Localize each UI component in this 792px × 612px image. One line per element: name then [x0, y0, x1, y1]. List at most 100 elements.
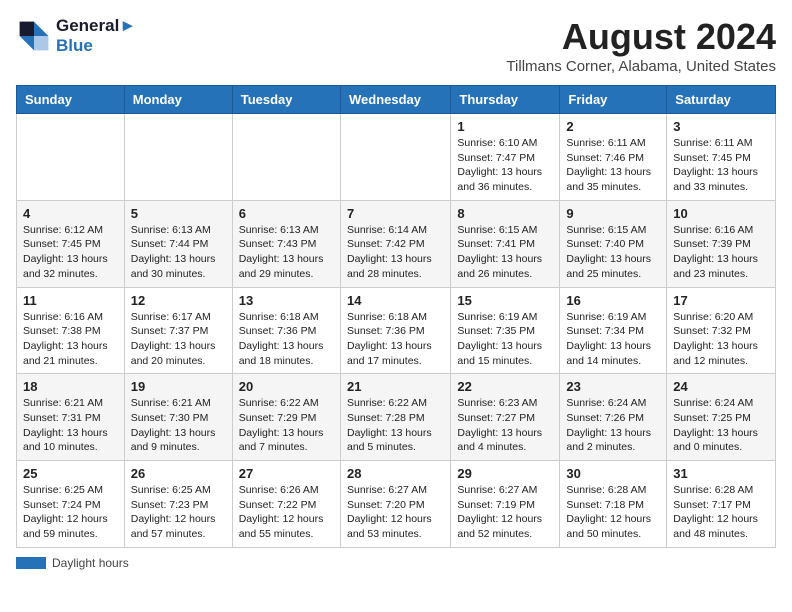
day-of-week-header: Monday [124, 86, 232, 114]
logo: General► Blue [16, 16, 136, 57]
day-info: Sunrise: 6:28 AM Sunset: 7:17 PM Dayligh… [673, 483, 769, 542]
calendar-day-cell: 19Sunrise: 6:21 AM Sunset: 7:30 PM Dayli… [124, 374, 232, 461]
day-number: 15 [457, 293, 553, 308]
day-info: Sunrise: 6:26 AM Sunset: 7:22 PM Dayligh… [239, 483, 334, 542]
day-number: 8 [457, 206, 553, 221]
calendar-day-cell: 26 Sunrise: 6:25 AM Sunset: 7:23 PM Dayli… [124, 461, 232, 548]
day-info: Sunrise: 6:27 AM Sunset: 7:19 PM Dayligh… [457, 483, 553, 542]
day-info: Sunrise: 6:18 AM Sunset: 7:36 PM Dayligh… [347, 310, 444, 369]
day-info: Sunrise: 6:24 AM Sunset: 7:25 PM Dayligh… [673, 396, 769, 455]
day-number: 12 [131, 293, 226, 308]
day-info: Sunrise: 6:21 AM Sunset: 7:31 PM Dayligh… [23, 396, 118, 455]
legend-color-bar [16, 557, 46, 569]
day-info: Sunrise: 6:13 AM Sunset: 7:44 PM Dayligh… [131, 223, 226, 282]
calendar-day-cell: 30 Sunrise: 6:28 AM Sunset: 7:18 PM Dayli… [560, 461, 667, 548]
calendar-day-cell: 22 Sunrise: 6:23 AM Sunset: 7:27 PM Dayli… [451, 374, 560, 461]
day-info: Sunrise: 6:15 AM Sunset: 7:41 PM Dayligh… [457, 223, 553, 282]
calendar-week-row: 18Sunrise: 6:21 AM Sunset: 7:31 PM Dayli… [17, 374, 776, 461]
calendar-week-row: 4Sunrise: 6:12 AM Sunset: 7:45 PM Daylig… [17, 200, 776, 287]
day-info: Sunrise: 6:13 AM Sunset: 7:43 PM Dayligh… [239, 223, 334, 282]
day-info: Sunrise: 6:21 AM Sunset: 7:30 PM Dayligh… [131, 396, 226, 455]
day-info: Sunrise: 6:24 AM Sunset: 7:26 PM Dayligh… [566, 396, 660, 455]
calendar-day-cell: 28Sunrise: 6:27 AM Sunset: 7:20 PM Dayli… [340, 461, 450, 548]
page-header: General► Blue August 2024 Tillmans Corne… [16, 16, 776, 75]
day-number: 9 [566, 206, 660, 221]
calendar-header-row: SundayMondayTuesdayWednesdayThursdayFrid… [17, 86, 776, 114]
calendar-day-cell: 21Sunrise: 6:22 AM Sunset: 7:28 PM Dayli… [340, 374, 450, 461]
calendar-day-cell: 9 Sunrise: 6:15 AM Sunset: 7:40 PM Daylig… [560, 200, 667, 287]
calendar-day-cell: 5 Sunrise: 6:13 AM Sunset: 7:44 PM Daylig… [124, 200, 232, 287]
day-info: Sunrise: 6:19 AM Sunset: 7:34 PM Dayligh… [566, 310, 660, 369]
calendar-day-cell: 13Sunrise: 6:18 AM Sunset: 7:36 PM Dayli… [232, 287, 340, 374]
calendar-week-row: 25 Sunrise: 6:25 AM Sunset: 7:24 PM Dayli… [17, 461, 776, 548]
day-number: 25 [23, 466, 118, 481]
day-info: Sunrise: 6:25 AM Sunset: 7:23 PM Dayligh… [131, 483, 226, 542]
day-info: Sunrise: 6:16 AM Sunset: 7:38 PM Dayligh… [23, 310, 118, 369]
day-number: 22 [457, 379, 553, 394]
calendar-day-cell: 20 Sunrise: 6:22 AM Sunset: 7:29 PM Dayli… [232, 374, 340, 461]
day-number: 24 [673, 379, 769, 394]
day-number: 10 [673, 206, 769, 221]
day-number: 27 [239, 466, 334, 481]
day-number: 5 [131, 206, 226, 221]
day-number: 30 [566, 466, 660, 481]
month-year-title: August 2024 [506, 16, 776, 58]
calendar-day-cell: 4Sunrise: 6:12 AM Sunset: 7:45 PM Daylig… [17, 200, 125, 287]
calendar-day-cell: 24 Sunrise: 6:24 AM Sunset: 7:25 PM Dayli… [667, 374, 776, 461]
calendar-day-cell: 1 Sunrise: 6:10 AM Sunset: 7:47 PM Daylig… [451, 114, 560, 201]
day-of-week-header: Thursday [451, 86, 560, 114]
day-number: 17 [673, 293, 769, 308]
day-info: Sunrise: 6:11 AM Sunset: 7:46 PM Dayligh… [566, 136, 660, 195]
calendar-day-cell [340, 114, 450, 201]
day-info: Sunrise: 6:22 AM Sunset: 7:29 PM Dayligh… [239, 396, 334, 455]
day-info: Sunrise: 6:28 AM Sunset: 7:18 PM Dayligh… [566, 483, 660, 542]
day-of-week-header: Wednesday [340, 86, 450, 114]
calendar-day-cell: 7 Sunrise: 6:14 AM Sunset: 7:42 PM Daylig… [340, 200, 450, 287]
day-info: Sunrise: 6:19 AM Sunset: 7:35 PM Dayligh… [457, 310, 553, 369]
day-info: Sunrise: 6:16 AM Sunset: 7:39 PM Dayligh… [673, 223, 769, 282]
calendar-table: SundayMondayTuesdayWednesdayThursdayFrid… [16, 85, 776, 548]
day-number: 20 [239, 379, 334, 394]
location-subtitle: Tillmans Corner, Alabama, United States [506, 58, 776, 75]
day-number: 2 [566, 119, 660, 134]
calendar-day-cell [17, 114, 125, 201]
calendar-week-row: 11Sunrise: 6:16 AM Sunset: 7:38 PM Dayli… [17, 287, 776, 374]
day-number: 21 [347, 379, 444, 394]
calendar-day-cell: 12 Sunrise: 6:17 AM Sunset: 7:37 PM Dayli… [124, 287, 232, 374]
day-info: Sunrise: 6:17 AM Sunset: 7:37 PM Dayligh… [131, 310, 226, 369]
calendar-day-cell: 29 Sunrise: 6:27 AM Sunset: 7:19 PM Dayli… [451, 461, 560, 548]
calendar-day-cell: 2 Sunrise: 6:11 AM Sunset: 7:46 PM Daylig… [560, 114, 667, 201]
calendar-day-cell: 18Sunrise: 6:21 AM Sunset: 7:31 PM Dayli… [17, 374, 125, 461]
day-number: 6 [239, 206, 334, 221]
day-info: Sunrise: 6:27 AM Sunset: 7:20 PM Dayligh… [347, 483, 444, 542]
calendar-day-cell: 17Sunrise: 6:20 AM Sunset: 7:32 PM Dayli… [667, 287, 776, 374]
day-number: 4 [23, 206, 118, 221]
calendar-day-cell: 8 Sunrise: 6:15 AM Sunset: 7:41 PM Daylig… [451, 200, 560, 287]
calendar-day-cell: 16Sunrise: 6:19 AM Sunset: 7:34 PM Dayli… [560, 287, 667, 374]
day-number: 1 [457, 119, 553, 134]
calendar-day-cell: 27 Sunrise: 6:26 AM Sunset: 7:22 PM Dayli… [232, 461, 340, 548]
day-info: Sunrise: 6:15 AM Sunset: 7:40 PM Dayligh… [566, 223, 660, 282]
day-info: Sunrise: 6:11 AM Sunset: 7:45 PM Dayligh… [673, 136, 769, 195]
calendar-day-cell: 10 Sunrise: 6:16 AM Sunset: 7:39 PM Dayli… [667, 200, 776, 287]
calendar-day-cell: 11Sunrise: 6:16 AM Sunset: 7:38 PM Dayli… [17, 287, 125, 374]
calendar-week-row: 1 Sunrise: 6:10 AM Sunset: 7:47 PM Daylig… [17, 114, 776, 201]
calendar-day-cell: 23 Sunrise: 6:24 AM Sunset: 7:26 PM Dayli… [560, 374, 667, 461]
day-of-week-header: Saturday [667, 86, 776, 114]
calendar-day-cell: 25 Sunrise: 6:25 AM Sunset: 7:24 PM Dayli… [17, 461, 125, 548]
day-number: 29 [457, 466, 553, 481]
calendar-day-cell [124, 114, 232, 201]
day-of-week-header: Tuesday [232, 86, 340, 114]
logo-icon [16, 18, 52, 54]
calendar-day-cell: 6 Sunrise: 6:13 AM Sunset: 7:43 PM Daylig… [232, 200, 340, 287]
legend: Daylight hours [16, 556, 776, 570]
day-number: 26 [131, 466, 226, 481]
day-number: 14 [347, 293, 444, 308]
day-info: Sunrise: 6:23 AM Sunset: 7:27 PM Dayligh… [457, 396, 553, 455]
day-info: Sunrise: 6:10 AM Sunset: 7:47 PM Dayligh… [457, 136, 553, 195]
day-number: 7 [347, 206, 444, 221]
day-info: Sunrise: 6:25 AM Sunset: 7:24 PM Dayligh… [23, 483, 118, 542]
day-number: 23 [566, 379, 660, 394]
day-info: Sunrise: 6:14 AM Sunset: 7:42 PM Dayligh… [347, 223, 444, 282]
calendar-day-cell: 3Sunrise: 6:11 AM Sunset: 7:45 PM Daylig… [667, 114, 776, 201]
